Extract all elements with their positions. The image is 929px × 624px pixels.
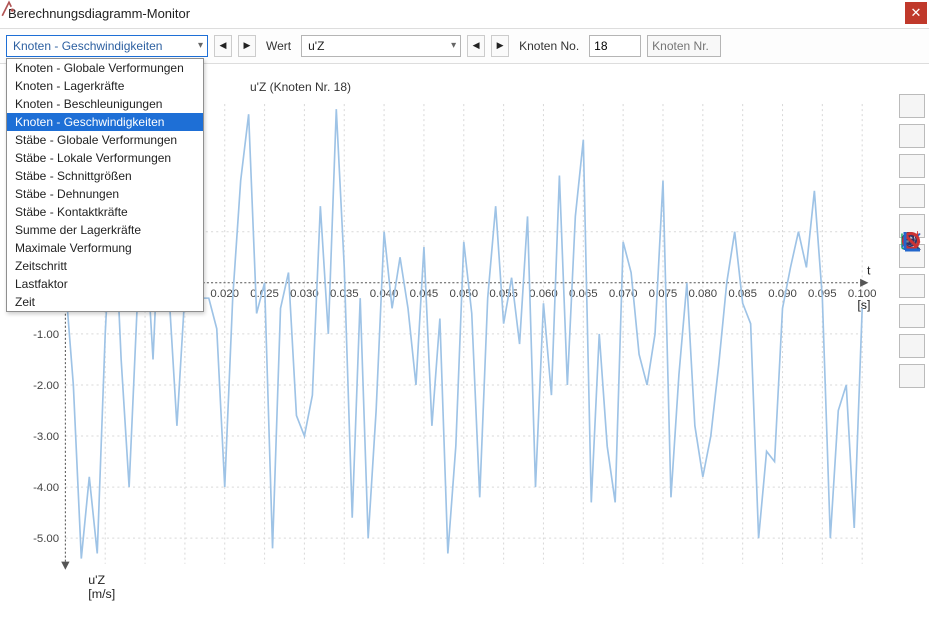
dropdown-item[interactable]: Knoten - Globale Verformungen [7,59,203,77]
svg-text:-3.00: -3.00 [33,431,59,443]
close-button[interactable]: ✕ [905,2,927,24]
svg-text:0.075: 0.075 [649,288,678,300]
svg-text:-1.00: -1.00 [33,329,59,341]
svg-text:-5.00: -5.00 [33,533,59,545]
axes-xy-icon [904,368,920,384]
dropdown-item[interactable]: Stäbe - Schnittgrößen [7,167,203,185]
dropdown-item[interactable]: Zeitschritt [7,257,203,275]
value-label: Wert [262,39,295,53]
result-type-dropdown-list[interactable]: Knoten - Globale VerformungenKnoten - La… [6,58,204,312]
value-combo[interactable]: u'Z ▾ [301,35,461,57]
chevron-down-icon: ▾ [451,36,456,56]
node-number-label: Knoten No. [515,39,583,53]
node-number-input[interactable] [589,35,641,57]
close-icon: ✕ [911,5,922,20]
svg-text:[m/s]: [m/s] [88,587,115,601]
value-combo-value: u'Z [308,39,324,53]
result-type-prev-button[interactable]: ◀ [214,35,232,57]
svg-text:0.065: 0.065 [569,288,598,300]
svg-text:t: t [867,264,871,278]
svg-text:0.060: 0.060 [529,288,558,300]
svg-text:0.050: 0.050 [449,288,478,300]
result-type-combo[interactable]: Knoten - Geschwindigkeiten ▾ [6,35,208,57]
node-number-input-2 [647,35,721,57]
dropdown-item[interactable]: Knoten - Lagerkräfte [7,77,203,95]
result-type-value: Knoten - Geschwindigkeiten [13,39,162,53]
dropdown-item[interactable]: Stäbe - Dehnungen [7,185,203,203]
result-type-next-button[interactable]: ▶ [238,35,256,57]
dropdown-item[interactable]: Stäbe - Kontaktkräfte [7,203,203,221]
window-title: Berechnungsdiagramm-Monitor [8,6,190,21]
dropdown-item[interactable]: Maximale Verformung [7,239,203,257]
chevron-down-icon: ▾ [198,36,203,56]
dropdown-item[interactable]: Summe der Lagerkräfte [7,221,203,239]
svg-text:0.030: 0.030 [290,288,319,300]
dropdown-item[interactable]: Knoten - Beschleunigungen [7,95,203,113]
dropdown-item[interactable]: Zeit [7,293,203,311]
dropdown-item[interactable]: Stäbe - Lokale Verformungen [7,149,203,167]
svg-text:0.045: 0.045 [410,288,439,300]
svg-text:u'Z: u'Z [88,573,105,587]
svg-text:-4.00: -4.00 [33,482,59,494]
axes-xy-button[interactable] [899,364,925,388]
svg-text:-2.00: -2.00 [33,380,59,392]
value-next-button[interactable]: ▶ [491,35,509,57]
dropdown-item[interactable]: Knoten - Geschwindigkeiten [7,113,203,131]
svg-text:[s]: [s] [857,298,870,312]
svg-text:0.080: 0.080 [689,288,718,300]
svg-text:0.090: 0.090 [768,288,797,300]
pick-node-icon-disabled [0,0,18,18]
svg-text:0.020: 0.020 [210,288,239,300]
window-titlebar: Berechnungsdiagramm-Monitor [0,0,929,29]
value-prev-button[interactable]: ◀ [467,35,485,57]
chart-tools-sidebar: + [899,94,923,388]
dropdown-item[interactable]: Lastfaktor [7,275,203,293]
dropdown-item[interactable]: Stäbe - Globale Verformungen [7,131,203,149]
